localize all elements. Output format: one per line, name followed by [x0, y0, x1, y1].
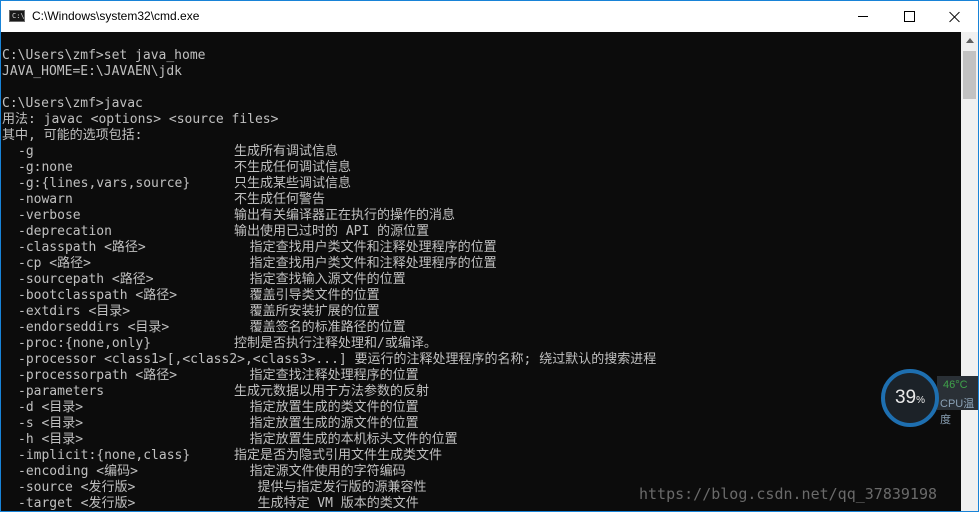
option-description: 提供与指定发行版的源兼容性	[234, 480, 427, 495]
option-flag: -verbose	[18, 208, 81, 223]
option-description: 覆盖引导类文件的位置	[234, 288, 380, 303]
option-description: 指定放置生成的源文件的位置	[234, 416, 419, 431]
option-description: 覆盖所安装扩展的位置	[234, 304, 380, 319]
option-row: -classpath <路径> 指定查找用户类文件和注释处理程序的位置	[2, 240, 961, 256]
chevron-up-icon	[965, 38, 974, 43]
option-description: 生成元数据以用于方法参数的反射	[234, 384, 430, 399]
cpu-temperature: 46°C	[943, 379, 968, 391]
option-row: -h <目录> 指定放置生成的本机标头文件的位置	[2, 432, 961, 448]
option-row: -d <目录> 指定放置生成的类文件的位置	[2, 400, 961, 416]
option-row: -g:{lines,vars,source} 只生成某些调试信息	[2, 176, 961, 192]
option-flag: -extdirs <目录>	[18, 304, 131, 319]
close-button[interactable]	[932, 1, 978, 32]
console-line: C:\Users\zmf>javac	[2, 96, 143, 111]
option-flag: -nowarn	[18, 192, 73, 207]
option-flag: -endorseddirs <目录>	[18, 320, 170, 335]
console-line: 其中, 可能的选项包括:	[2, 128, 143, 143]
option-flag: -target <发行版>	[18, 496, 136, 511]
option-description: 指定查找用户类文件和注释处理程序的位置	[234, 256, 497, 271]
option-flag: -processor <class1>[,<class2>,<class3>..…	[18, 352, 657, 367]
option-description: 指定是否为隐式引用文件生成类文件	[234, 448, 443, 463]
window-title: C:\Windows\system32\cmd.exe	[32, 9, 200, 23]
cpu-usage-percent-sign: %	[916, 395, 926, 406]
option-row: -parameters 生成元数据以用于方法参数的反射	[2, 384, 961, 400]
option-description: 不生成任何警告	[234, 192, 326, 207]
option-row: -g:none 不生成任何调试信息	[2, 160, 961, 176]
option-flag: -s <目录>	[18, 416, 84, 431]
close-icon	[949, 11, 961, 23]
option-row: -processor <class1>[,<class2>,<class3>..…	[2, 352, 961, 368]
option-description: 指定查找输入源文件的位置	[234, 272, 406, 287]
option-flag: -d <目录>	[18, 400, 84, 415]
cpu-usage-value: 39	[894, 387, 917, 408]
cpu-temp-panel: 46°C CPU温度	[937, 376, 978, 426]
watermark: https://blog.csdn.net/qq_37839198	[639, 485, 938, 503]
option-flag: -encoding <编码>	[18, 464, 138, 479]
option-row: -g 生成所有调试信息	[2, 144, 961, 160]
option-flag: -h <目录>	[18, 432, 84, 447]
cmd-app-icon[interactable]: C:\	[9, 10, 25, 22]
option-description: 指定查找用户类文件和注释处理程序的位置	[234, 240, 497, 255]
option-row: -processorpath <路径> 指定查找注释处理程序的位置	[2, 368, 961, 384]
option-flag: -g:none	[18, 160, 73, 175]
cpu-temp-label: CPU温度	[940, 398, 975, 426]
option-flag: -parameters	[18, 384, 105, 399]
option-flag: -classpath <路径>	[18, 240, 146, 255]
maximize-icon	[903, 11, 915, 22]
option-description: 覆盖签名的标准路径的位置	[234, 320, 406, 335]
option-flag: -proc:{none,only}	[18, 336, 152, 351]
scroll-thumb[interactable]	[963, 51, 976, 99]
cpu-usage-gauge: 39%	[881, 369, 939, 427]
console-output[interactable]: C:\Users\zmf>set java_home JAVA_HOME=E:\J…	[1, 32, 961, 511]
scroll-up-button[interactable]	[961, 32, 978, 49]
minimize-button[interactable]	[840, 1, 886, 32]
cmd-window: C:\ C:\Windows\system32\cmd.exe C:\Users…	[0, 0, 979, 512]
cpu-monitor-widget[interactable]: 46°C CPU温度 39%	[877, 364, 978, 434]
option-row: -implicit:{none,class} 指定是否为隐式引用文件生成类文件	[2, 448, 961, 464]
option-description: 指定放置生成的类文件的位置	[234, 400, 419, 415]
option-description: 生成特定 VM 版本的类文件	[234, 496, 419, 511]
option-row: -endorseddirs <目录> 覆盖签名的标准路径的位置	[2, 320, 961, 336]
minimize-icon	[858, 16, 868, 17]
option-row: -deprecation 输出使用已过时的 API 的源位置	[2, 224, 961, 240]
option-row: -sourcepath <路径> 指定查找输入源文件的位置	[2, 272, 961, 288]
option-description: 指定查找注释处理程序的位置	[234, 368, 419, 383]
option-description: 指定源文件使用的字符编码	[234, 464, 406, 479]
option-row: -encoding <编码> 指定源文件使用的字符编码	[2, 464, 961, 480]
option-flag: -deprecation	[18, 224, 112, 239]
console-line: JAVA_HOME=E:\JAVAEN\jdk	[2, 64, 183, 79]
option-row: -nowarn 不生成任何警告	[2, 192, 961, 208]
vertical-scrollbar[interactable]	[961, 32, 978, 511]
option-description: 指定放置生成的本机标头文件的位置	[234, 432, 458, 447]
option-flag: -implicit:{none,class}	[18, 448, 191, 463]
option-description: 控制是否执行注释处理和/或编译。	[234, 336, 437, 351]
option-row: -s <目录> 指定放置生成的源文件的位置	[2, 416, 961, 432]
option-description: 输出有关编译器正在执行的操作的消息	[234, 208, 456, 223]
option-flag: -g	[18, 144, 34, 159]
console-line: 用法: javac <options> <source files>	[2, 112, 279, 127]
option-flag: -bootclasspath <路径>	[18, 288, 178, 303]
option-description: 只生成某些调试信息	[234, 176, 352, 191]
title-bar[interactable]: C:\ C:\Windows\system32\cmd.exe	[1, 1, 978, 32]
option-flag: -cp <路径>	[18, 256, 91, 271]
option-description: 生成所有调试信息	[234, 144, 339, 159]
option-row: -bootclasspath <路径> 覆盖引导类文件的位置	[2, 288, 961, 304]
maximize-button[interactable]	[886, 1, 932, 32]
option-description: 不生成任何调试信息	[234, 160, 352, 175]
console-line: C:\Users\zmf>set java_home	[2, 48, 206, 63]
option-flag: -processorpath <路径>	[18, 368, 178, 383]
option-row: -proc:{none,only} 控制是否执行注释处理和/或编译。	[2, 336, 961, 352]
option-flag: -g:{lines,vars,source}	[18, 176, 191, 191]
option-description: 输出使用已过时的 API 的源位置	[234, 224, 430, 239]
option-flag: -source <发行版>	[18, 480, 136, 495]
option-flag: -sourcepath <路径>	[18, 272, 154, 287]
option-row: -cp <路径> 指定查找用户类文件和注释处理程序的位置	[2, 256, 961, 272]
option-row: -verbose 输出有关编译器正在执行的操作的消息	[2, 208, 961, 224]
option-row: -extdirs <目录> 覆盖所安装扩展的位置	[2, 304, 961, 320]
